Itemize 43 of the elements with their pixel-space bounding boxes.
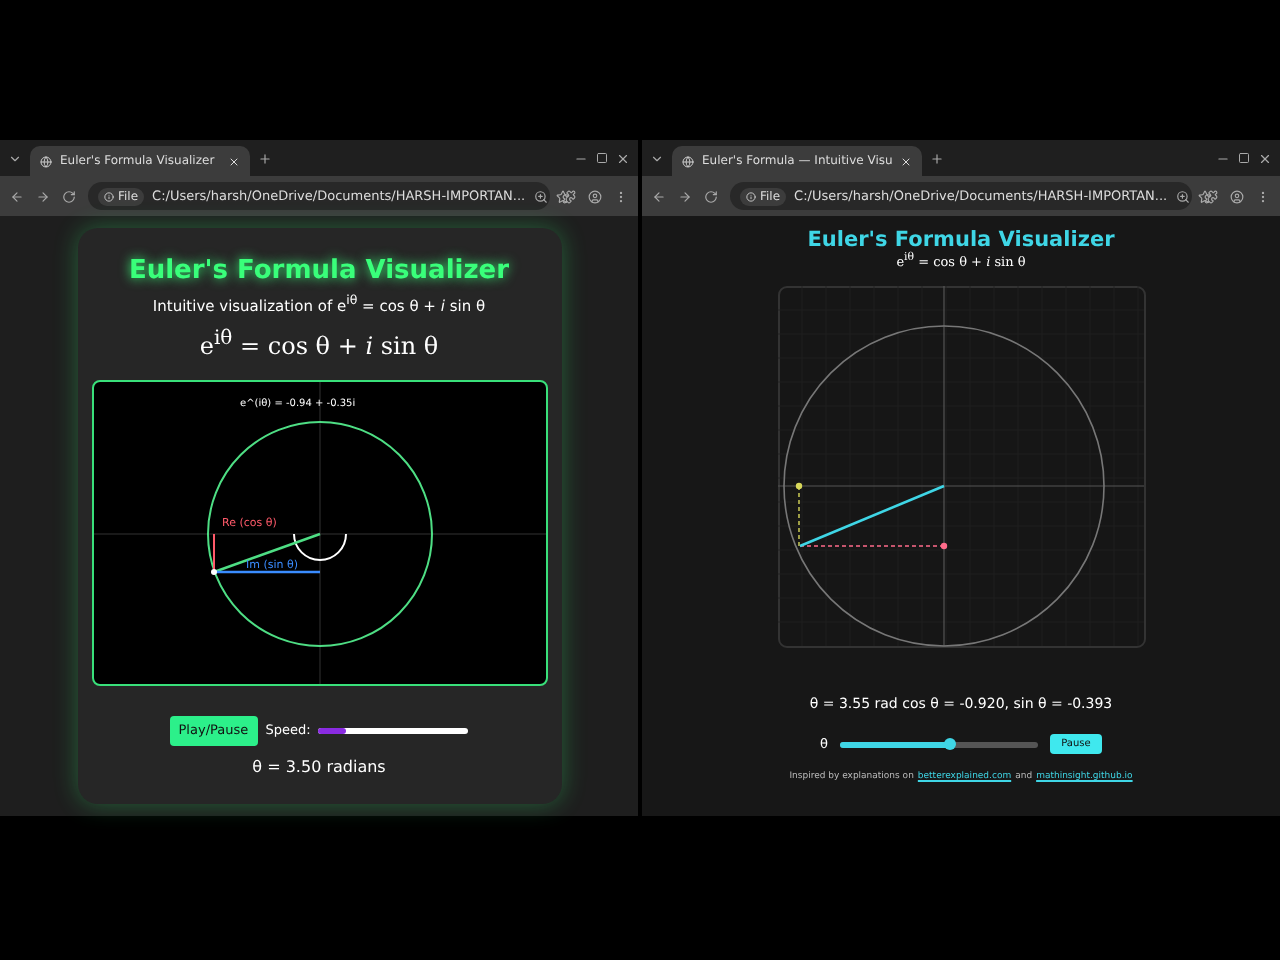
page-title: Euler's Formula Visualizer	[807, 228, 1115, 252]
close-tab-icon[interactable]	[900, 155, 913, 167]
profile-icon[interactable]	[1230, 189, 1244, 203]
sin-point	[939, 543, 947, 550]
close-icon[interactable]	[1258, 151, 1272, 165]
reload-icon[interactable]	[62, 189, 76, 203]
cos-guide-line	[797, 485, 799, 547]
new-tab-icon[interactable]	[930, 151, 945, 165]
page-title: Euler's Formula Visualizer	[128, 256, 510, 286]
angle-arc	[292, 532, 346, 560]
forward-icon[interactable]	[678, 189, 692, 203]
maximize-icon[interactable]	[1238, 152, 1250, 164]
radius-line	[212, 531, 320, 573]
bookmark-star-icon[interactable]	[555, 189, 570, 203]
extensions-icon[interactable]	[1204, 189, 1218, 203]
tab-search-icon[interactable]	[8, 151, 22, 165]
new-tab-icon[interactable]	[258, 151, 272, 165]
cos-point	[794, 483, 802, 490]
slider-track[interactable]	[318, 727, 469, 733]
tab-search-icon[interactable]	[650, 151, 664, 165]
globe-icon	[40, 155, 52, 167]
zoom-icon[interactable]	[1175, 189, 1190, 203]
zoom-icon[interactable]	[533, 189, 548, 203]
slider-track[interactable]	[839, 741, 1038, 748]
formula: e$^{iθ}$ = cos θ + i sin θ	[199, 327, 439, 359]
point-marker	[210, 568, 216, 574]
cos-line	[212, 532, 214, 572]
sin-line	[213, 569, 319, 573]
forward-icon[interactable]	[36, 189, 50, 203]
slider-thumb[interactable]	[944, 738, 957, 751]
close-icon[interactable]	[616, 151, 630, 165]
maximize-icon[interactable]	[596, 152, 608, 164]
back-icon[interactable]	[10, 189, 24, 203]
globe-icon	[682, 155, 694, 167]
info-icon	[104, 191, 114, 201]
close-tab-icon[interactable]	[228, 155, 240, 167]
profile-icon[interactable]	[588, 189, 602, 203]
reload-icon[interactable]	[704, 189, 718, 203]
info-icon	[746, 191, 756, 201]
theta-reading: θ = 3.50 radians	[252, 757, 386, 775]
bookmark-star-icon[interactable]	[1197, 189, 1212, 203]
back-icon[interactable]	[652, 189, 666, 203]
extensions-icon[interactable]	[562, 189, 576, 203]
